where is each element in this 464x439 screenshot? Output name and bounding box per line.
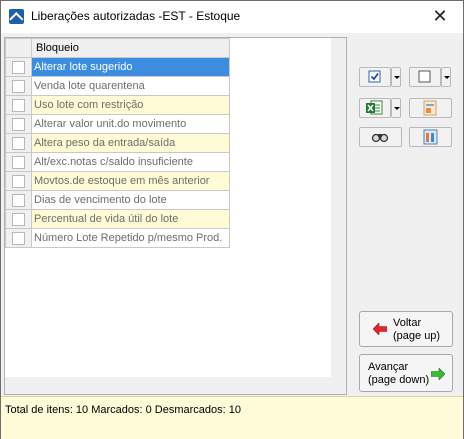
back-label: Voltar	[393, 317, 422, 329]
find-button[interactable]	[359, 127, 402, 147]
table-row[interactable]: Venda lote quarentena	[5, 76, 230, 96]
row-checkbox[interactable]	[12, 60, 25, 74]
columns-icon	[423, 129, 438, 145]
binoculars-icon	[371, 133, 389, 143]
row-checkbox[interactable]	[12, 231, 25, 245]
table-row[interactable]: Altera peso da entrada/saída	[5, 133, 230, 153]
row-checkbox[interactable]	[12, 117, 25, 131]
row-label: Venda lote quarentena	[31, 76, 230, 96]
uncheck-all-dropdown[interactable]	[441, 67, 451, 87]
row-checkbox[interactable]	[12, 193, 25, 207]
row-checkbox-cell	[5, 209, 32, 229]
row-label: Alterar valor unit.do movimento	[31, 114, 230, 134]
column-header-bloqueio[interactable]: Bloqueio	[31, 38, 230, 58]
row-label: Número Lote Repetido p/mesmo Prod.	[31, 228, 230, 248]
next-sublabel: (page down)	[368, 374, 430, 386]
row-label: Altera peso da entrada/saída	[31, 133, 230, 153]
blocks-grid: Bloqueio Alterar lote sugerido Venda lote…	[5, 38, 230, 248]
row-label: Movtos.de estoque em mês anterior	[31, 171, 230, 191]
row-checkbox-cell	[5, 95, 32, 115]
vertical-scrollbar[interactable]	[331, 38, 346, 394]
table-row[interactable]: Alterar lote sugerido	[5, 57, 230, 77]
grid-area: Bloqueio Alterar lote sugerido Venda lote…	[5, 38, 331, 377]
grid-panel: Bloqueio Alterar lote sugerido Venda lote…	[4, 37, 347, 395]
grid-body: Alterar lote sugerido Venda lote quarente…	[5, 57, 230, 248]
uncheck-all-button[interactable]	[409, 67, 441, 87]
row-checkbox-cell	[5, 76, 32, 96]
status-bar: Total de itens: 10 Marcados: 0 Desmarcad…	[1, 396, 463, 439]
table-row[interactable]: Uso lote com restrição	[5, 95, 230, 115]
title-bar: Liberações autorizadas -EST - Estoque ✕	[1, 1, 463, 33]
table-row[interactable]: Movtos.de estoque em mês anterior	[5, 171, 230, 191]
export-excel-dropdown[interactable]	[391, 98, 401, 118]
check-all-button[interactable]	[359, 67, 391, 87]
row-checkbox[interactable]	[12, 98, 25, 112]
excel-icon	[366, 100, 383, 115]
next-button[interactable]: Avançar (page down)	[359, 354, 453, 392]
next-label: Avançar	[368, 361, 409, 373]
row-checkbox-cell	[5, 171, 32, 191]
table-row[interactable]: Número Lote Repetido p/mesmo Prod.	[5, 228, 230, 248]
app-logo-icon	[9, 9, 24, 24]
row-label: Dias de vencimento do lote	[31, 190, 230, 210]
row-checkbox[interactable]	[12, 79, 25, 93]
back-button[interactable]: Voltar (page up)	[359, 311, 453, 347]
status-text: Total de itens: 10 Marcados: 0 Desmarcad…	[5, 404, 242, 416]
row-checkbox[interactable]	[12, 174, 25, 188]
row-label: Percentual de vida útil do lote	[31, 209, 230, 229]
table-row[interactable]: Dias de vencimento do lote	[5, 190, 230, 210]
table-row[interactable]: Percentual de vida útil do lote	[5, 209, 230, 229]
row-checkbox-cell	[5, 152, 32, 172]
columns-button[interactable]	[409, 127, 452, 147]
arrow-left-icon	[373, 323, 387, 335]
row-checkbox-cell	[5, 133, 32, 153]
row-checkbox-cell	[5, 114, 32, 134]
report-button[interactable]	[409, 98, 452, 118]
window-title: Liberações autorizadas -EST - Estoque	[31, 9, 241, 23]
empty-checkbox-icon	[418, 70, 431, 83]
row-checkbox[interactable]	[12, 136, 25, 150]
table-row[interactable]: Alt/exc.notas c/saldo insuficiente	[5, 152, 230, 172]
table-row[interactable]: Alterar valor unit.do movimento	[5, 114, 230, 134]
row-checkbox-cell	[5, 57, 32, 77]
report-icon	[423, 100, 437, 116]
row-label: Alterar lote sugerido	[31, 57, 230, 77]
arrow-right-icon	[431, 368, 445, 380]
checked-checkbox-icon	[368, 70, 381, 83]
dialog-window: Liberações autorizadas -EST - Estoque ✕ …	[0, 0, 464, 439]
horizontal-scrollbar[interactable]	[5, 377, 331, 394]
export-excel-button[interactable]	[359, 98, 391, 118]
row-checkbox[interactable]	[12, 212, 25, 226]
row-checkbox-cell	[5, 228, 32, 248]
row-label: Uso lote com restrição	[31, 95, 230, 115]
check-all-dropdown[interactable]	[391, 67, 401, 87]
row-label: Alt/exc.notas c/saldo insuficiente	[31, 152, 230, 172]
close-button[interactable]: ✕	[417, 1, 463, 33]
row-checkbox[interactable]	[12, 155, 25, 169]
back-sublabel: (page up)	[393, 330, 441, 342]
row-checkbox-cell	[5, 190, 32, 210]
header-checkbox-cell	[5, 38, 32, 58]
